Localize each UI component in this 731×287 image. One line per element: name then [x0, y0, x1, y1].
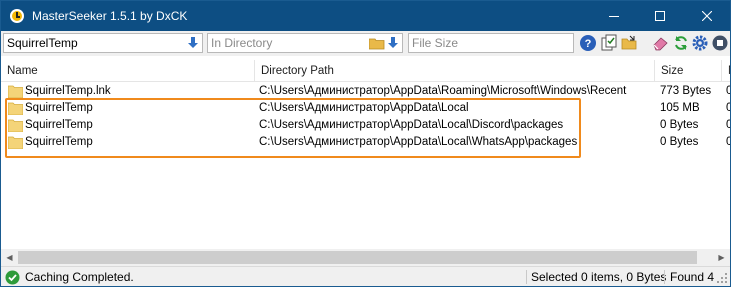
- minimize-button[interactable]: [591, 1, 637, 31]
- file-size-placeholder: File Size: [412, 36, 459, 50]
- highlight-box: [5, 98, 581, 158]
- results-list[interactable]: Name Directory Path Size M SquirrelTemp.…: [1, 56, 730, 249]
- folder-open-icon[interactable]: [621, 34, 639, 52]
- stop-icon[interactable]: [711, 34, 729, 52]
- scroll-left-arrow-icon[interactable]: ◀: [1, 249, 18, 266]
- status-selected: Selected 0 items, 0 Bytes: [531, 270, 667, 284]
- scrollbar-thumb[interactable]: [18, 251, 697, 264]
- column-header-path[interactable]: Directory Path: [255, 60, 655, 82]
- folder-browse-icon[interactable]: [369, 37, 385, 50]
- horizontal-scrollbar[interactable]: ◀ ▶: [1, 249, 730, 266]
- row-modified: 0: [726, 100, 730, 117]
- column-header-name[interactable]: Name: [1, 60, 255, 82]
- column-header-size[interactable]: Size: [655, 60, 722, 82]
- close-icon: [702, 11, 712, 21]
- maximize-icon: [655, 11, 665, 21]
- column-header-row: Name Directory Path Size M: [1, 60, 730, 82]
- status-bar: Caching Completed. Selected 0 items, 0 B…: [1, 266, 730, 286]
- app-window: MasterSeeker 1.5.1 by DxCK SquirrelTemp …: [0, 0, 731, 287]
- search-toolbar: SquirrelTemp In Directory File Size ?: [1, 31, 730, 56]
- refresh-icon[interactable]: [672, 34, 690, 52]
- dropdown-arrow-icon[interactable]: [388, 37, 398, 49]
- row-size: 0 Bytes: [660, 136, 699, 148]
- search-input-value: SquirrelTemp: [7, 36, 78, 50]
- directory-placeholder: In Directory: [211, 36, 273, 50]
- row-size: 773 Bytes: [660, 85, 712, 97]
- status-separator: [664, 270, 665, 284]
- row-modified: 0: [726, 134, 730, 151]
- check-circle-icon: [5, 270, 20, 285]
- window-title: MasterSeeker 1.5.1 by DxCK: [32, 9, 188, 23]
- close-button[interactable]: [684, 1, 730, 31]
- status-found: Found 4: [670, 270, 715, 284]
- resize-grip-icon[interactable]: [717, 273, 728, 284]
- eraser-icon[interactable]: [652, 34, 670, 52]
- row-modified: 0: [726, 83, 730, 100]
- scroll-right-arrow-icon[interactable]: ▶: [713, 249, 730, 266]
- shortcut-file-icon: [8, 85, 23, 98]
- title-bar[interactable]: MasterSeeker 1.5.1 by DxCK: [1, 1, 730, 31]
- directory-input[interactable]: In Directory: [207, 33, 403, 53]
- row-size: 105 MB: [660, 102, 700, 114]
- copy-check-icon[interactable]: [600, 34, 618, 52]
- row-modified: 0: [726, 117, 730, 134]
- dropdown-arrow-icon[interactable]: [188, 37, 198, 49]
- search-input[interactable]: SquirrelTemp: [3, 33, 203, 53]
- minimize-icon: [609, 16, 619, 17]
- app-logo-icon: [10, 9, 24, 23]
- maximize-button[interactable]: [637, 1, 683, 31]
- svg-text:?: ?: [585, 38, 592, 50]
- column-header-modified[interactable]: M: [722, 60, 730, 82]
- settings-icon[interactable]: [691, 34, 709, 52]
- row-size: 0 Bytes: [660, 119, 699, 131]
- file-size-input[interactable]: File Size: [408, 33, 574, 53]
- help-icon[interactable]: ?: [579, 34, 597, 52]
- status-separator: [526, 270, 527, 284]
- status-message: Caching Completed.: [25, 270, 134, 284]
